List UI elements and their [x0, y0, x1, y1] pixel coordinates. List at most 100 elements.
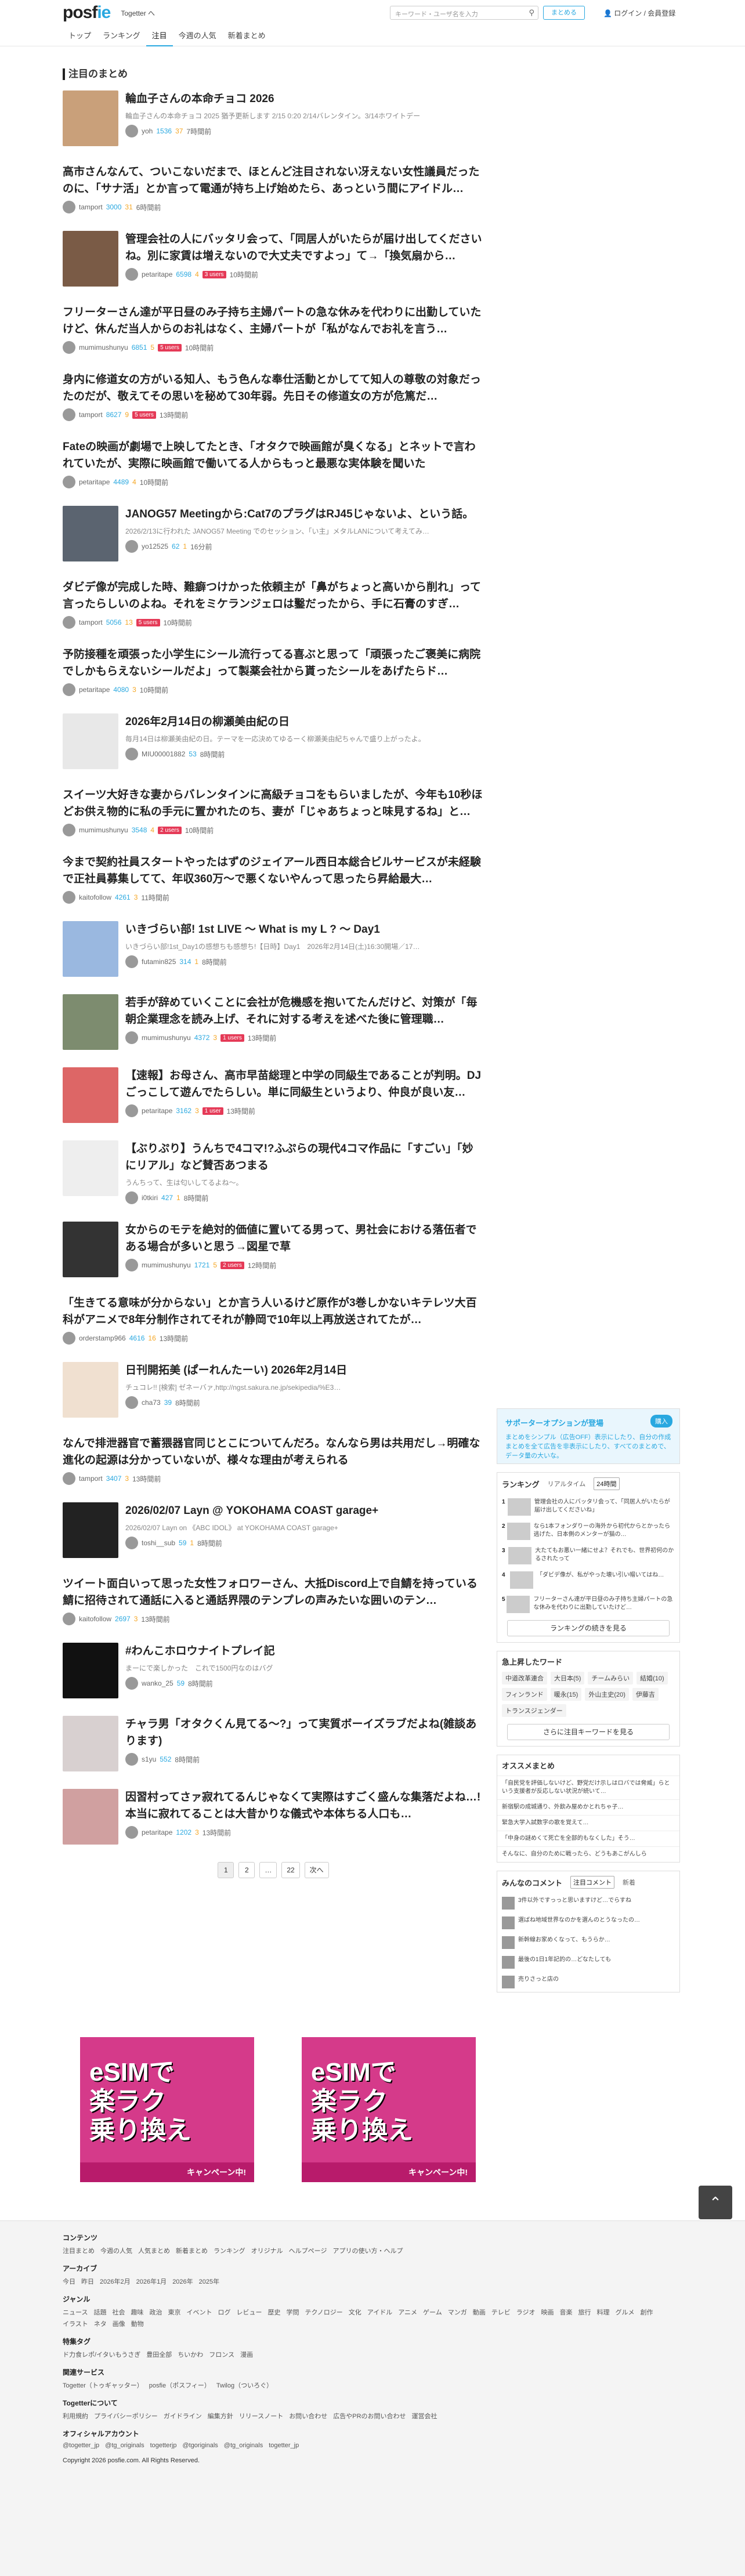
author-name[interactable]: mumimushunyu [79, 826, 128, 834]
matome-title[interactable]: チャラ男「オタクくん見てる〜?」って実質ボーイズラブだよね(雑談あります) [125, 1716, 484, 1749]
keyword-tag[interactable]: 伊藤吉 [632, 1688, 659, 1701]
ranking-title[interactable]: 「ダビデ像が、私がやった壊い引い帽いてはね… [537, 1571, 664, 1589]
author-avatar[interactable] [125, 1259, 138, 1271]
ranking-more-button[interactable]: ランキングの続きを見る [507, 1620, 670, 1636]
keyword-tag[interactable]: 結婚(10) [636, 1672, 668, 1684]
keyword-tag[interactable]: チームみらい [588, 1672, 634, 1684]
footer-link[interactable]: 動画 [473, 2307, 486, 2317]
footer-link[interactable]: 料理 [596, 2307, 609, 2317]
site-logo[interactable]: posfie [63, 3, 111, 23]
author-avatar[interactable] [125, 955, 138, 968]
footer-link[interactable]: 2026年 [172, 2277, 193, 2286]
page-link[interactable]: 22 [281, 1862, 300, 1878]
author-name[interactable]: toshi__sub [142, 1539, 175, 1547]
footer-link[interactable]: 趣味 [131, 2307, 143, 2317]
matome-title[interactable]: 若手が辞めていくことに会社が危機感を抱いてたんだけど、対策が「毎朝企業理念を読み… [125, 994, 484, 1028]
footer-link[interactable]: 運営会社 [412, 2411, 437, 2421]
search-icon[interactable]: ⚲ [529, 8, 534, 17]
matome-item[interactable]: チャラ男「オタクくん見てる〜?」って実質ボーイズラブだよね(雑談あります) s1y… [63, 1716, 484, 1771]
footer-link[interactable]: リリースノート [239, 2411, 283, 2421]
matome-thumbnail[interactable] [63, 90, 118, 146]
nav-item[interactable]: 今週の人気 [173, 26, 222, 46]
footer-link[interactable]: posfie（ポスフィー） [149, 2381, 211, 2390]
author-avatar[interactable] [125, 1753, 138, 1766]
comment-item[interactable]: 売りさっと店の [497, 1972, 679, 1992]
author-avatar[interactable] [63, 341, 75, 354]
footer-link[interactable]: 動物 [131, 2319, 144, 2328]
author-avatar[interactable] [125, 1677, 138, 1690]
matome-title[interactable]: 2026年2月14日の柳瀬美由紀の日 [125, 713, 484, 730]
matome-thumbnail[interactable] [63, 1716, 118, 1771]
scroll-top-button[interactable]: ⌃ [699, 2186, 732, 2219]
footer-link[interactable]: 話題 [93, 2307, 106, 2317]
footer-link[interactable]: 利用規約 [63, 2411, 88, 2421]
footer-link[interactable]: ラジオ [516, 2307, 536, 2317]
ranking-item[interactable]: 4 「ダビデ像が、私がやった壊い引い帽いてはね… [497, 1568, 679, 1592]
footer-link[interactable]: 2025年 [199, 2277, 219, 2286]
matome-thumbnail[interactable] [63, 1643, 118, 1698]
matome-thumbnail[interactable] [63, 994, 118, 1050]
ad-banner[interactable]: eSIMで 楽ラク 乗り換えIIJmioキャンペーン中! [302, 2037, 476, 2182]
comment-item[interactable]: 3件以外ですっっと思いますけど…でらすね [497, 1893, 679, 1913]
matome-thumbnail[interactable] [63, 231, 118, 287]
footer-link[interactable]: 2026年2月 [100, 2277, 131, 2286]
author-avatar[interactable] [63, 616, 75, 629]
author-name[interactable]: orderstamp966 [79, 1334, 126, 1342]
author-name[interactable]: mumimushunyu [142, 1261, 191, 1269]
tab-realtime[interactable]: リアルタイム [548, 1479, 586, 1488]
matome-title[interactable]: 2026/02/07 Layn @ YOKOHAMA COAST garage+ [125, 1502, 484, 1519]
author-avatar[interactable] [125, 1826, 138, 1839]
recommended-item[interactable]: そんなに、自分のために戦ったら、どうもあこがんしら [497, 1846, 679, 1862]
footer-link[interactable]: 東京 [168, 2307, 180, 2317]
footer-link[interactable]: togetterjp [150, 2442, 177, 2449]
author-avatar[interactable] [63, 891, 75, 904]
matome-title[interactable]: 【速報】お母さん、高市早苗総理と中学の同級生であることが判明。DJごっこして遊ん… [125, 1067, 484, 1101]
footer-link[interactable]: アニメ [398, 2307, 417, 2317]
nav-item[interactable]: 新着まとめ [222, 26, 272, 46]
recommended-item[interactable]: 緊急大学入試数字の歌を覚えて… [497, 1815, 679, 1831]
matome-item[interactable]: 身内に修道女の方がいる知人、もう色んな奉仕活動とかしてて知人の尊敬の対象だったの… [63, 371, 484, 421]
author-name[interactable]: wanko_25 [142, 1679, 173, 1687]
author-name[interactable]: MIU00001882 [142, 750, 185, 758]
nav-item[interactable]: トップ [63, 26, 97, 46]
footer-link[interactable]: ネタ [94, 2319, 107, 2328]
footer-link[interactable]: togetter_jp [269, 2442, 299, 2449]
ranking-title[interactable]: フリーターさん達が平日昼のみ子持ち主婦パートの急な休みを代わりに出勤していたけど… [533, 1596, 675, 1613]
author-name[interactable]: cha73 [142, 1398, 161, 1407]
author-name[interactable]: yo12525 [142, 542, 168, 550]
author-avatar[interactable] [63, 1332, 75, 1345]
footer-link[interactable]: 今週の人気 [100, 2246, 132, 2255]
footer-link[interactable]: 豊田全部 [146, 2350, 172, 2359]
author-avatar[interactable] [63, 476, 75, 488]
matome-title[interactable]: JANOG57 Meetingから:Cat7のプラグはRJ45じゃないよ、という… [125, 506, 484, 523]
footer-link[interactable]: お問い合わせ [289, 2411, 327, 2421]
footer-link[interactable]: @tgoriginals [182, 2442, 218, 2449]
footer-link[interactable]: ちいかわ [178, 2350, 203, 2359]
footer-link[interactable]: 昨日 [81, 2277, 94, 2286]
author-name[interactable]: tamport [79, 1474, 103, 1483]
keywords-more-button[interactable]: さらに注目キーワードを見る [507, 1724, 670, 1740]
tab-featured-comments[interactable]: 注目コメント [570, 1876, 615, 1889]
nav-item[interactable]: ランキング [97, 26, 146, 46]
author-name[interactable]: petaritape [79, 686, 110, 694]
matome-item[interactable]: 若手が辞めていくことに会社が危機感を抱いてたんだけど、対策が「毎朝企業理念を読み… [63, 994, 484, 1050]
footer-link[interactable]: 学問 [286, 2307, 299, 2317]
author-name[interactable]: tamport [79, 618, 103, 626]
footer-link[interactable]: 人気まとめ [138, 2246, 170, 2255]
matome-thumbnail[interactable] [63, 921, 118, 977]
footer-link[interactable]: 音楽 [559, 2307, 572, 2317]
matome-title[interactable]: 管理会社の人にバッタリ会って、「同居人がいたらが届け出してくださいね。別に家賃は… [125, 231, 484, 265]
footer-link[interactable]: ログ [218, 2307, 230, 2317]
footer-link[interactable]: 2026年1月 [136, 2277, 167, 2286]
matome-title[interactable]: ダビデ像が完成した時、難癖つけかった依頼主が「鼻がちょっと高いから削れ」って言っ… [63, 579, 484, 613]
footer-link[interactable]: テレビ [491, 2307, 511, 2317]
author-name[interactable]: kaitofollow [79, 1615, 111, 1623]
matome-item[interactable]: 因習村ってさァ寂れてるんじゃなくて実際はすごく盛んな集落だよね…!本当に寂れてる… [63, 1789, 484, 1845]
footer-link[interactable]: 編集方針 [208, 2411, 233, 2421]
ranking-item[interactable]: 5 フリーターさん達が平日昼のみ子持ち主婦パートの急な休みを代わりに出勤していたけ… [497, 1592, 679, 1617]
footer-link[interactable]: 創作 [640, 2307, 653, 2317]
recommended-item[interactable]: 「自民党を評価しないけど、野党だけ示しはロバでは脅威」らという支援者が反応しない… [497, 1776, 679, 1799]
keyword-tag[interactable]: フィンランド [502, 1688, 547, 1701]
author-name[interactable]: s1yu [142, 1755, 156, 1763]
matome-title[interactable]: なんで排泄器官で蓄猥器官同じとこについてんだろ。なんなら男は共用だし→明確な進化… [63, 1435, 484, 1469]
